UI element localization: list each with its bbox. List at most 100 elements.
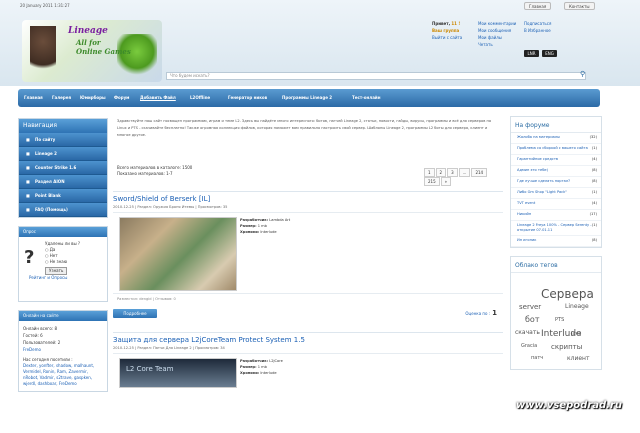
menu-item-cs16[interactable]: Counter Strike 1.6: [19, 161, 107, 175]
forum-topic-title[interactable]: Гарантийное средств: [517, 157, 558, 161]
tag-cloud-word[interactable]: server: [519, 303, 541, 311]
home-button[interactable]: Главная: [524, 2, 552, 10]
nav-item-home[interactable]: Главная: [24, 95, 43, 100]
forum-topic[interactable]: Админ это тебе) (8): [511, 166, 601, 177]
article-specs: Разработчик: Lambda Art Размер: 1 mb Хро…: [240, 218, 291, 234]
article-actions: Подробнее Оценка по :1: [113, 308, 503, 318]
article-1: Sword/Shield of Berserk [IL] 2010-12-25 …: [113, 191, 503, 318]
article-image[interactable]: [119, 217, 237, 291]
tag-cloud-word[interactable]: Gracia: [521, 343, 537, 349]
user-links: Мои комментарии Мои сообщения Мои файлы …: [478, 20, 516, 48]
forum-topic[interactable]: Жалоба на материалы (32): [511, 133, 601, 144]
forum-topic[interactable]: Никийн (17): [511, 210, 601, 221]
subscribe-link[interactable]: Подписаться: [524, 20, 551, 27]
rating: Оценка по :1: [465, 309, 497, 317]
poll-title: Опрос: [19, 227, 107, 237]
logout-link[interactable]: Выйти с сайта: [432, 35, 462, 40]
my-messages-link[interactable]: Мои сообщения: [478, 27, 516, 34]
navigation-box: Навигация По сайту Lineage 2 Counter Str…: [18, 118, 108, 218]
user-group: Ваш группа: [432, 28, 460, 33]
favorites-link[interactable]: В Избранное: [524, 27, 551, 34]
forum-topic-title[interactable]: Lineage 2 Freya 100% - Сервер Serenty - …: [517, 223, 592, 232]
menu-item-aion[interactable]: Раздел AION: [19, 175, 107, 189]
nav-item-test[interactable]: Тест-онлайн: [352, 95, 381, 100]
tag-cloud-word[interactable]: скрипты: [551, 343, 582, 351]
article-body: L2 Core Team Разработчик: L2jCore Размер…: [113, 353, 503, 433]
nav-item-gallery[interactable]: Галерея: [52, 95, 71, 100]
article-image[interactable]: L2 Core Team: [119, 358, 237, 388]
tag-cloud-title: Облако тегов: [511, 257, 601, 273]
page-214[interactable]: 214: [471, 168, 488, 177]
forum-topic[interactable]: TVT event (4): [511, 199, 601, 210]
forum-topic-count: (8): [591, 179, 597, 183]
menu-item-pointblank[interactable]: Point Blank: [19, 189, 107, 203]
contacts-button[interactable]: Контакты: [564, 2, 595, 10]
page-1[interactable]: 1: [424, 168, 435, 177]
nav-item-nick-generator[interactable]: Генератор ников: [228, 95, 267, 100]
nav-item-l2offline[interactable]: L2Offline: [190, 95, 210, 100]
main-content: Здравствуйте наш сайт посвящен программа…: [113, 116, 503, 433]
nav-item-add-file[interactable]: Добавить Файл: [140, 95, 176, 100]
page-2[interactable]: 2: [435, 168, 447, 177]
forum-topic-title[interactable]: Либо Gm Shop "Light Pack": [517, 190, 567, 194]
online-user-link[interactable]: FreDemo: [23, 347, 41, 352]
nav-item-programs[interactable]: Программы Lineage 2: [282, 95, 332, 100]
forum-topic-count: (4): [591, 201, 597, 205]
article-title[interactable]: Sword/Shield of Berserk [IL]: [113, 194, 503, 204]
tag-cloud-word[interactable]: патч: [531, 355, 543, 361]
tag-cloud-word[interactable]: java: [571, 331, 581, 337]
online-today-list[interactable]: Dexter, yonfter, shadow, malhaunt, Vermi…: [23, 363, 103, 387]
tag-cloud-word[interactable]: Сервера: [541, 287, 594, 301]
forum-topic[interactable]: Проблема со сборкой с вашего сайта (1): [511, 144, 601, 155]
menu-item-site[interactable]: По сайту: [19, 133, 107, 147]
page-3[interactable]: 3: [447, 168, 458, 177]
my-files-link[interactable]: Мои файлы: [478, 34, 516, 41]
read-link[interactable]: Четать: [478, 41, 516, 48]
greeting-text: Привет,: [432, 21, 451, 26]
forum-topic[interactable]: Где лучше сделать портал? (8): [511, 177, 601, 188]
article-body: Разработчик: Lambda Art Размер: 1 mb Хро…: [113, 212, 503, 292]
tag-cloud-word[interactable]: Lineage: [565, 303, 589, 310]
nav-item-borders[interactable]: Юмирборы: [80, 95, 106, 100]
menu-item-faq[interactable]: FAQ (Помощь): [19, 203, 107, 217]
poll-option-dunno[interactable]: ○ Не знаю: [45, 259, 103, 265]
poll-submit-button[interactable]: Узнать: [45, 267, 68, 275]
search-icon[interactable]: ⚲: [580, 71, 588, 79]
read-more-button[interactable]: Подробнее: [113, 309, 157, 318]
tag-cloud-word[interactable]: бот: [525, 315, 540, 324]
page-215[interactable]: 215: [424, 177, 440, 186]
forum-topic-title[interactable]: Никийн: [517, 212, 531, 216]
forum-topic-title[interactable]: Ип игоник: [517, 238, 536, 242]
nav-item-forum[interactable]: Форум: [114, 95, 129, 100]
poll-box: Опрос ? Удалены ли вы ? ○ Да ○ Нет ○ Не …: [18, 226, 108, 302]
my-comments-link[interactable]: Мои комментарии: [478, 20, 516, 27]
search-input[interactable]: Что будем искать?: [166, 72, 586, 80]
logo-text-2: All for Online Games: [76, 38, 131, 56]
tag-cloud-word[interactable]: скачать: [515, 329, 540, 336]
forum-topic-count: (1): [591, 190, 597, 194]
lang-btn-2[interactable]: ENG: [542, 50, 557, 57]
forum-topic-title[interactable]: Админ это тебе): [517, 168, 548, 172]
forum-topic-count: (17): [589, 212, 597, 216]
forum-topic[interactable]: Либо Gm Shop "Light Pack" (1): [511, 188, 601, 199]
article-title[interactable]: Защита для сервера L2jCoreTeam Protect S…: [113, 335, 503, 345]
lang-btn-1[interactable]: LNR: [524, 50, 539, 57]
forum-topic-count: (32): [589, 135, 597, 139]
forum-topic-title[interactable]: TVT event: [517, 201, 535, 205]
forum-topic-count: (1): [591, 223, 597, 227]
forum-topic[interactable]: Гарантийное средств (4): [511, 155, 601, 166]
menu-item-lineage2[interactable]: Lineage 2: [19, 147, 107, 161]
forum-topic-title[interactable]: Где лучше сделать портал?: [517, 179, 570, 183]
site-logo[interactable]: Lineage All for Online Games: [22, 20, 162, 82]
page-next[interactable]: »: [440, 177, 452, 186]
navigation-title: Навигация: [19, 119, 107, 133]
poll-rating-link[interactable]: Рейтинг и Опросы: [29, 275, 103, 281]
online-box: Онлайн на сайте Онлайн всего: 8 Гостей: …: [18, 310, 108, 392]
tag-cloud-word[interactable]: PTS: [555, 317, 564, 323]
forum-topic[interactable]: Ип игоник (8): [511, 236, 601, 247]
forum-topic-title[interactable]: Жалоба на материалы: [517, 135, 560, 139]
header: 20 January 2011 1:31:27 Главная Контакты…: [0, 0, 640, 86]
forum-topic-title[interactable]: Проблема со сборкой с вашего сайта: [517, 146, 588, 150]
forum-topic[interactable]: Lineage 2 Freya 100% - Сервер Serenty - …: [511, 221, 601, 236]
tag-cloud-word[interactable]: клиент: [567, 355, 589, 362]
